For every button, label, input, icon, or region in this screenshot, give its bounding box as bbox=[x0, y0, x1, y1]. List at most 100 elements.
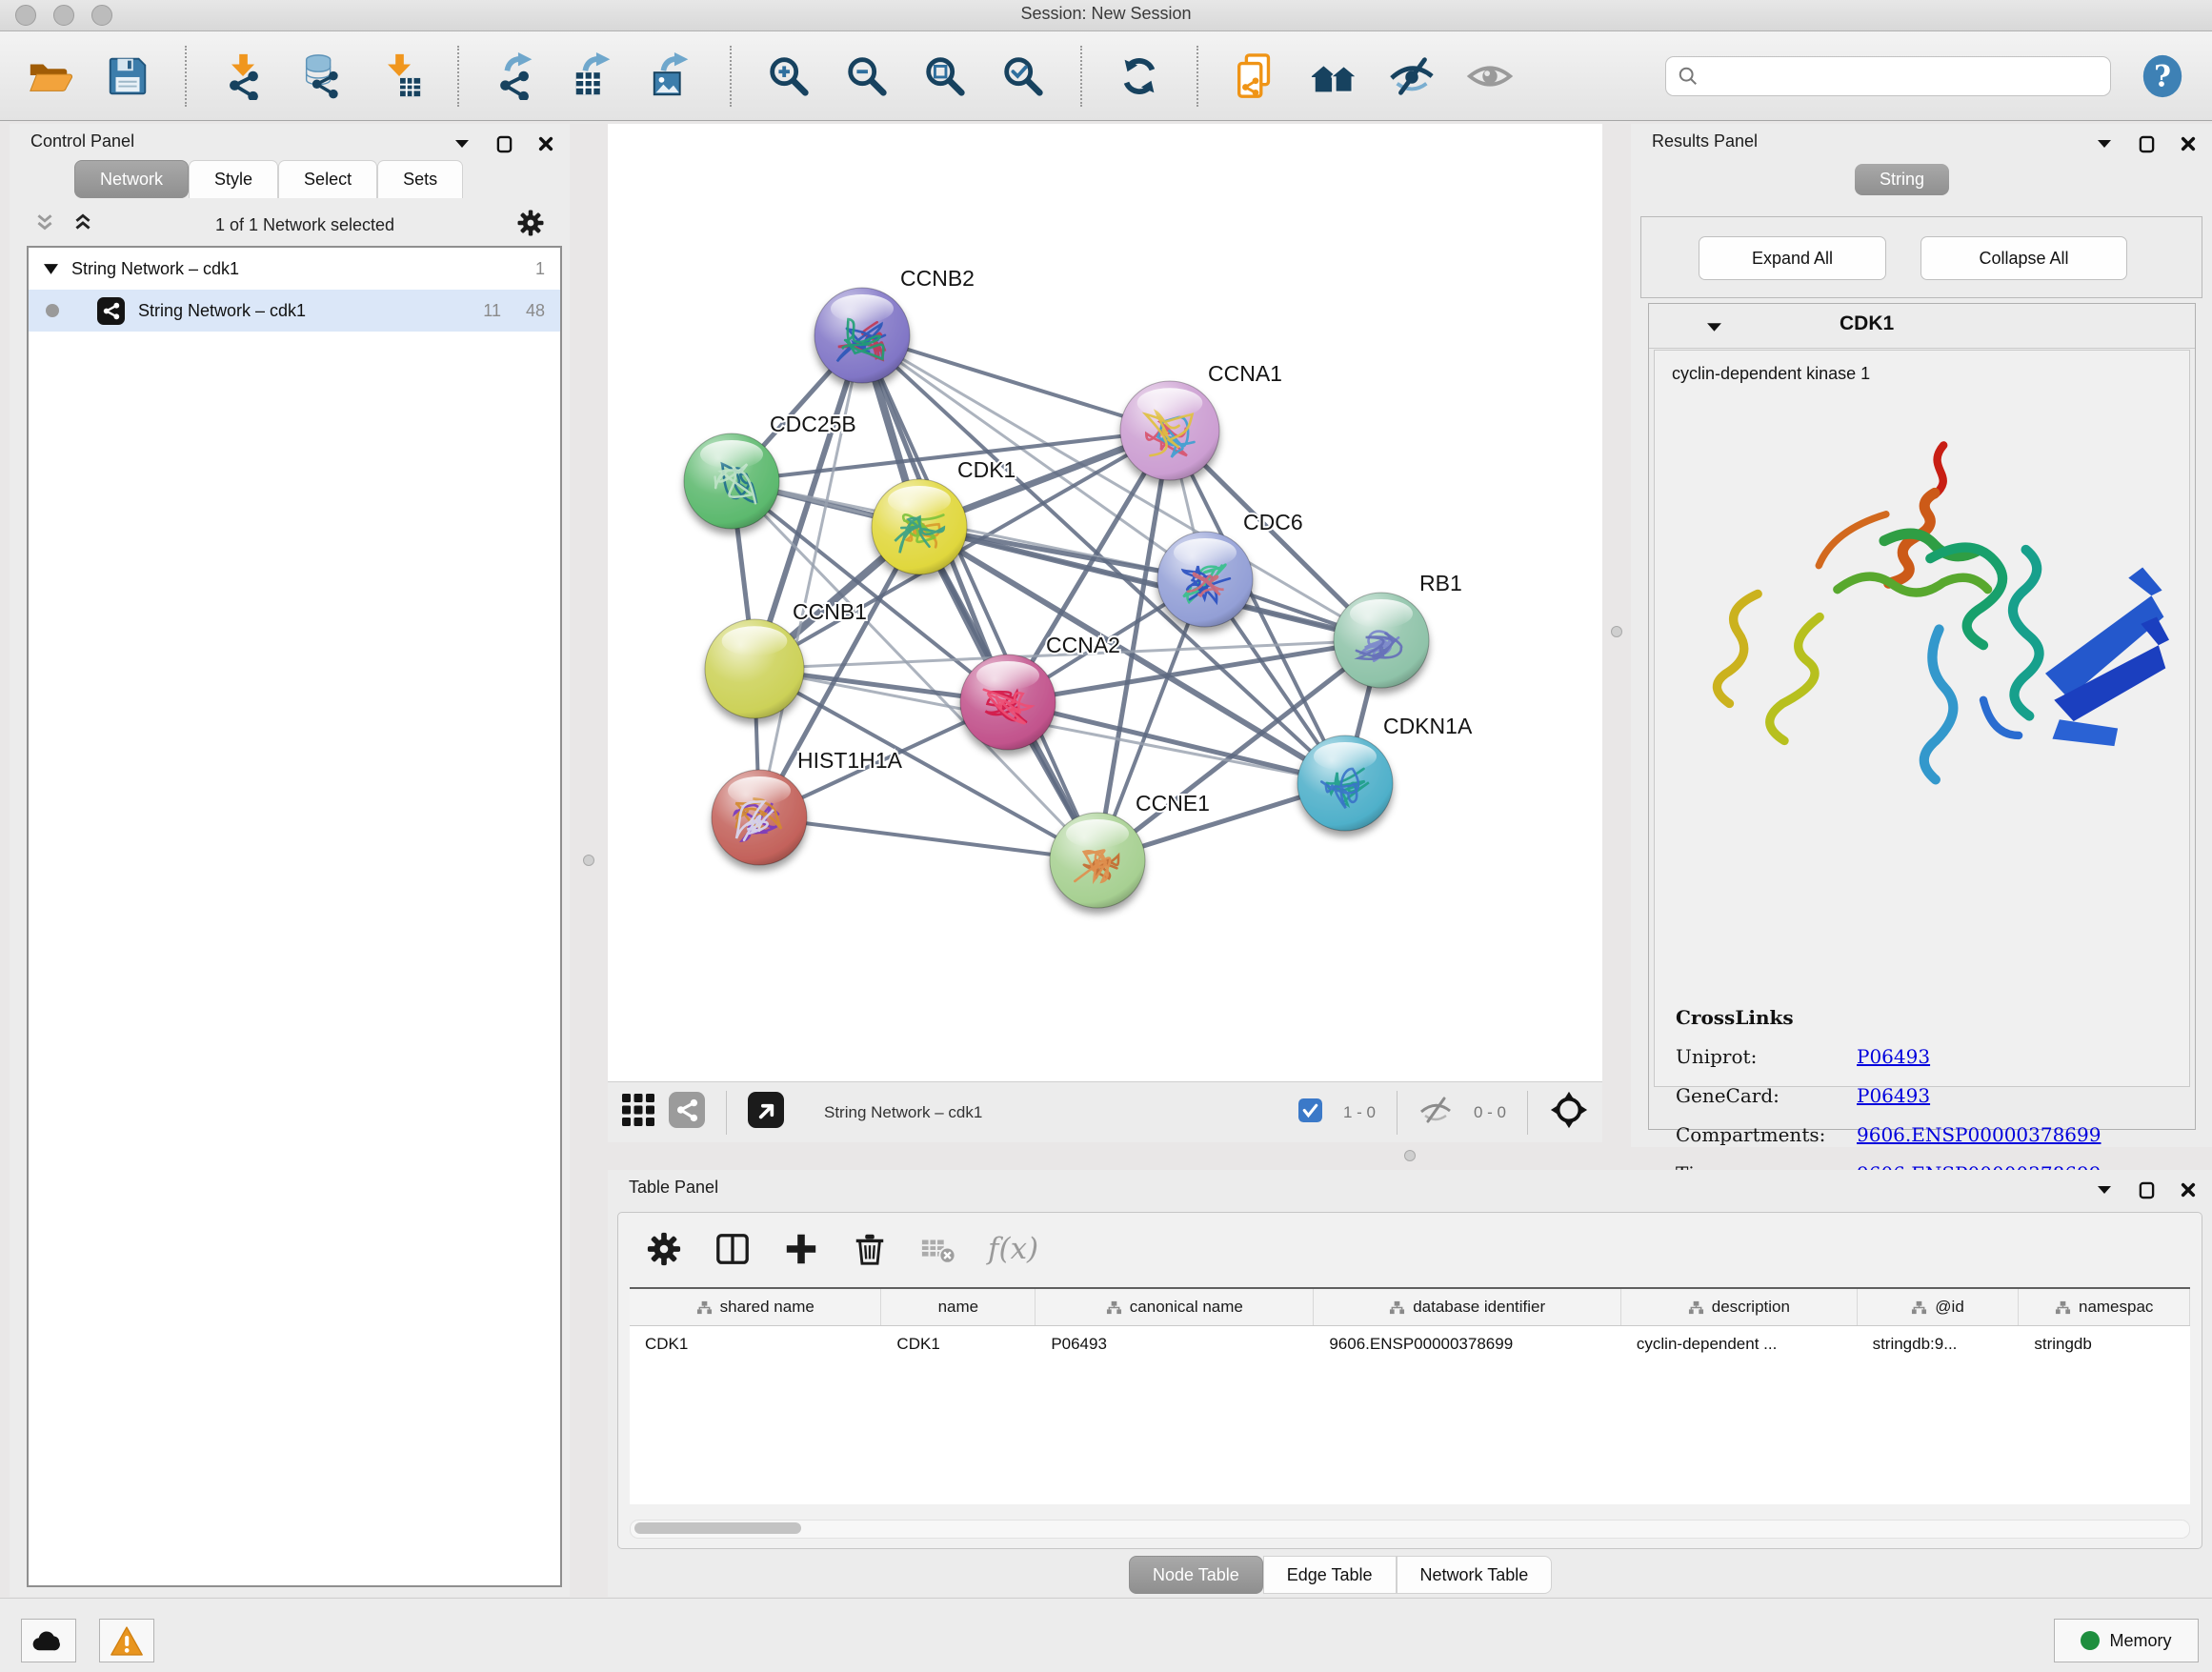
network-graph[interactable]: CCNB2 CCNA1 CDC25B CDK1 CDC6 RB1 CCNB1 C… bbox=[608, 124, 1602, 1081]
crosslink-link[interactable]: 9606.ENSP00000378699 bbox=[1857, 1123, 2101, 1146]
zoom-out-icon[interactable] bbox=[842, 51, 892, 101]
tab-network[interactable]: Network bbox=[74, 160, 189, 198]
network-canvas[interactable]: CCNB2 CCNA1 CDC25B CDK1 CDC6 RB1 CCNB1 C… bbox=[608, 124, 1602, 1081]
protein-structure-image bbox=[1674, 408, 2169, 794]
memory-button[interactable]: Memory bbox=[2054, 1619, 2199, 1662]
hidden-eye-icon[interactable] bbox=[1418, 1093, 1453, 1132]
tab-edge-table[interactable]: Edge Table bbox=[1263, 1556, 1397, 1594]
delete-column-icon[interactable] bbox=[851, 1230, 889, 1268]
external-view-icon[interactable] bbox=[748, 1092, 784, 1133]
column-header-database-identifier[interactable]: database identifier bbox=[1314, 1289, 1621, 1325]
table-toolbar: f(x) bbox=[645, 1222, 1038, 1276]
share-view-icon[interactable] bbox=[669, 1092, 705, 1133]
search-input[interactable] bbox=[1706, 66, 2099, 87]
column-header-shared-name[interactable]: shared name bbox=[630, 1289, 881, 1325]
tab-string[interactable]: String bbox=[1855, 164, 1949, 195]
refresh-icon[interactable] bbox=[1115, 51, 1164, 101]
help-icon[interactable]: ? bbox=[2138, 51, 2187, 101]
export-network-icon[interactable] bbox=[492, 51, 541, 101]
tab-network-table[interactable]: Network Table bbox=[1397, 1556, 1553, 1594]
network-edge-CCNB2-CCNE1[interactable] bbox=[862, 335, 1097, 860]
selected-checkbox-icon[interactable] bbox=[1298, 1098, 1322, 1127]
zoom-selected-icon[interactable] bbox=[998, 51, 1048, 101]
panel-menu-icon[interactable] bbox=[452, 133, 473, 154]
panel-close-icon[interactable] bbox=[2178, 133, 2199, 154]
network-node-label: CDKN1A bbox=[1383, 714, 1473, 738]
tab-node-table[interactable]: Node Table bbox=[1129, 1556, 1263, 1594]
network-node-CCNB2[interactable]: CCNB2 bbox=[814, 266, 975, 383]
network-row[interactable]: String Network – cdk1 11 48 bbox=[29, 290, 560, 332]
export-image-icon[interactable] bbox=[648, 51, 697, 101]
import-database-icon[interactable] bbox=[297, 51, 347, 101]
collapse-all-icon[interactable] bbox=[34, 212, 55, 238]
network-node-CDKN1A[interactable]: CDKN1A bbox=[1297, 714, 1473, 831]
table-header-row: shared namenamecanonical namedatabase id… bbox=[630, 1289, 2190, 1326]
tab-select[interactable]: Select bbox=[278, 160, 377, 198]
search-box[interactable] bbox=[1665, 56, 2111, 96]
network-edge-HIST1H1A-CCNE1[interactable] bbox=[759, 817, 1097, 860]
open-session-icon[interactable] bbox=[25, 51, 74, 101]
warning-icon[interactable] bbox=[99, 1619, 154, 1662]
network-node-RB1[interactable]: RB1 bbox=[1334, 571, 1462, 688]
expand-all-button[interactable]: Expand All bbox=[1699, 236, 1886, 280]
table-hscrollbar-thumb[interactable] bbox=[634, 1522, 801, 1534]
tab-style[interactable]: Style bbox=[189, 160, 278, 198]
column-header-@id[interactable]: @id bbox=[1858, 1289, 2020, 1325]
show-all-icon[interactable] bbox=[1465, 51, 1515, 101]
panel-menu-icon[interactable] bbox=[2094, 133, 2115, 154]
crosslink-link[interactable]: P06493 bbox=[1857, 1045, 1930, 1068]
panel-close-icon[interactable] bbox=[2178, 1179, 2199, 1200]
left-splitter-handle[interactable] bbox=[583, 855, 594, 866]
column-header-description[interactable]: description bbox=[1621, 1289, 1858, 1325]
save-session-icon[interactable] bbox=[103, 51, 152, 101]
network-collection-row[interactable]: String Network – cdk1 1 bbox=[29, 248, 560, 290]
table-gear-icon[interactable] bbox=[645, 1230, 683, 1268]
network-node-CDK1[interactable]: CDK1 bbox=[872, 457, 1016, 574]
table-row[interactable]: CDK1CDK1P064939606.ENSP00000378699cyclin… bbox=[630, 1326, 2190, 1362]
network-node-label: CCNB2 bbox=[900, 266, 975, 291]
collapse-section-icon[interactable] bbox=[1706, 320, 1722, 337]
panel-float-icon[interactable] bbox=[2136, 133, 2157, 154]
grid-view-icon[interactable] bbox=[621, 1093, 655, 1132]
network-node-HIST1H1A[interactable]: HIST1H1A bbox=[712, 748, 903, 865]
right-splitter-handle[interactable] bbox=[1611, 626, 1622, 637]
horizontal-splitter-handle[interactable] bbox=[1404, 1150, 1416, 1161]
zoom-in-icon[interactable] bbox=[764, 51, 814, 101]
gear-icon[interactable] bbox=[516, 209, 545, 242]
column-header-canonical-name[interactable]: canonical name bbox=[1036, 1289, 1314, 1325]
network-node-CDC6[interactable]: CDC6 bbox=[1157, 510, 1303, 627]
expand-all-icon[interactable] bbox=[72, 212, 93, 238]
show-columns-icon[interactable] bbox=[714, 1230, 752, 1268]
clone-network-icon[interactable] bbox=[1231, 51, 1280, 101]
collection-count: 1 bbox=[535, 259, 545, 279]
panel-float-icon[interactable] bbox=[493, 133, 514, 154]
network-edge-HIST1H1A-CCNB2[interactable] bbox=[759, 335, 862, 817]
collapse-all-button[interactable]: Collapse All bbox=[1920, 236, 2127, 280]
hide-selected-icon[interactable] bbox=[1387, 51, 1437, 101]
tab-sets[interactable]: Sets bbox=[377, 160, 463, 198]
first-neighbors-icon[interactable] bbox=[1309, 51, 1358, 101]
tree-expand-icon[interactable] bbox=[44, 264, 58, 274]
table-hscrollbar[interactable] bbox=[630, 1520, 2190, 1539]
column-header-namespac[interactable]: namespac bbox=[2019, 1289, 2190, 1325]
column-header-name[interactable]: name bbox=[881, 1289, 1036, 1325]
panel-close-icon[interactable] bbox=[535, 133, 556, 154]
import-table-icon[interactable] bbox=[375, 51, 425, 101]
crosshair-icon[interactable] bbox=[1549, 1090, 1589, 1135]
crosslink-link[interactable]: P06493 bbox=[1857, 1084, 1930, 1107]
export-table-icon[interactable] bbox=[570, 51, 619, 101]
protein-section-header[interactable]: CDK1 bbox=[1649, 304, 2195, 349]
cloud-icon[interactable] bbox=[21, 1619, 76, 1662]
panel-float-icon[interactable] bbox=[2136, 1179, 2157, 1200]
import-network-icon[interactable] bbox=[219, 51, 269, 101]
add-column-icon[interactable] bbox=[782, 1230, 820, 1268]
zoom-fit-icon[interactable] bbox=[920, 51, 970, 101]
left-splitter[interactable] bbox=[570, 124, 608, 1597]
network-node-label: CDC25B bbox=[770, 412, 856, 436]
network-node-CCNB1[interactable]: CCNB1 bbox=[705, 599, 867, 718]
network-node-CCNA1[interactable]: CCNA1 bbox=[1120, 361, 1282, 480]
network-label: String Network – cdk1 bbox=[138, 301, 306, 321]
panel-menu-icon[interactable] bbox=[2094, 1179, 2115, 1200]
right-splitter[interactable] bbox=[1602, 124, 1631, 1147]
selected-counts: 1 - 0 bbox=[1343, 1103, 1376, 1122]
